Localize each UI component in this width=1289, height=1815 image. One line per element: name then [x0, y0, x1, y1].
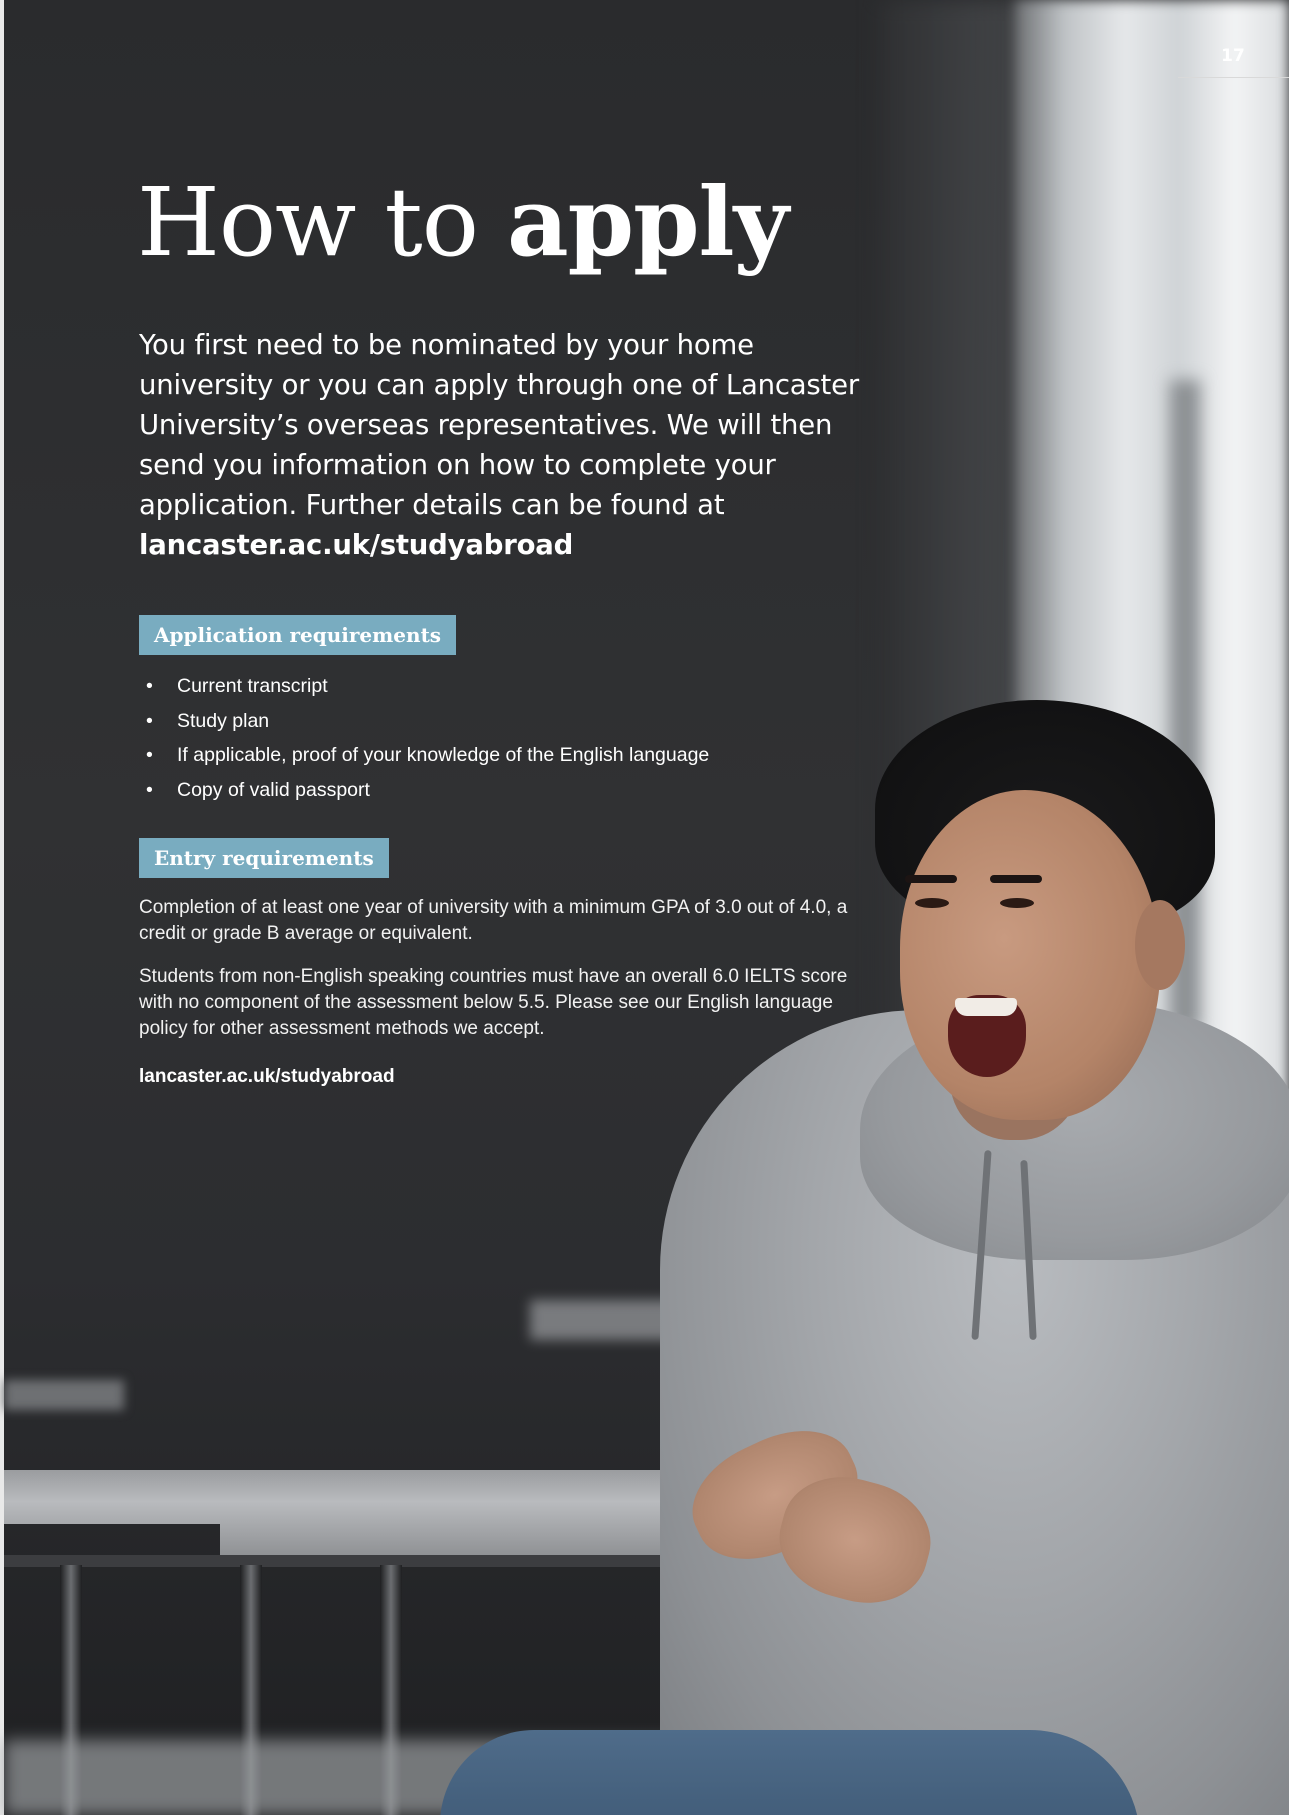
- list-item: • If applicable, proof of your knowledge …: [139, 738, 859, 773]
- ear: [1135, 900, 1185, 990]
- list-item-text: Copy of valid passport: [177, 778, 370, 801]
- eyebrow: [990, 875, 1042, 883]
- intro-paragraph: You first need to be nominated by your h…: [139, 325, 859, 565]
- application-requirements-list: • Current transcript • Study plan • If appl…: [139, 669, 859, 807]
- entry-requirements-paragraph-1: Completion of at least one year of unive…: [139, 897, 848, 944]
- application-requirements-heading: Application requirements: [139, 615, 457, 655]
- page-number-rule: [1178, 77, 1289, 78]
- page-title: How to apply: [137, 167, 789, 279]
- list-item: • Current transcript: [139, 669, 859, 704]
- title-bold: apply: [507, 167, 789, 278]
- background-desk-left: [4, 1380, 124, 1410]
- eye: [1000, 898, 1034, 908]
- table-top: [4, 1470, 724, 1560]
- teeth: [955, 998, 1017, 1016]
- page-edge: [0, 0, 4, 1815]
- entry-requirements-heading: Entry requirements: [139, 838, 389, 878]
- list-item-text: Study plan: [177, 709, 270, 732]
- intro-link[interactable]: lancaster.ac.uk/studyabroad: [139, 529, 573, 561]
- title-light: How to: [137, 168, 508, 278]
- page-number: 17: [1221, 46, 1245, 66]
- entry-requirements-paragraph-2: Students from non-English speaking count…: [139, 966, 848, 1039]
- list-item: • Copy of valid passport: [139, 773, 859, 808]
- list-item: • Study plan: [139, 704, 859, 739]
- bullet-icon: •: [146, 709, 153, 732]
- bullet-icon: •: [146, 675, 153, 697]
- eye: [915, 898, 949, 908]
- list-item-text: If applicable, proof of your knowledge o…: [177, 744, 710, 766]
- intro-text: You first need to be nominated by your h…: [139, 329, 859, 521]
- eyebrow: [905, 875, 957, 883]
- bullet-icon: •: [146, 778, 153, 801]
- study-abroad-link[interactable]: lancaster.ac.uk/studyabroad: [139, 1066, 395, 1088]
- list-item-text: Current transcript: [177, 675, 328, 697]
- jeans: [440, 1730, 1140, 1815]
- table-edge: [4, 1555, 724, 1567]
- bullet-icon: •: [146, 744, 153, 766]
